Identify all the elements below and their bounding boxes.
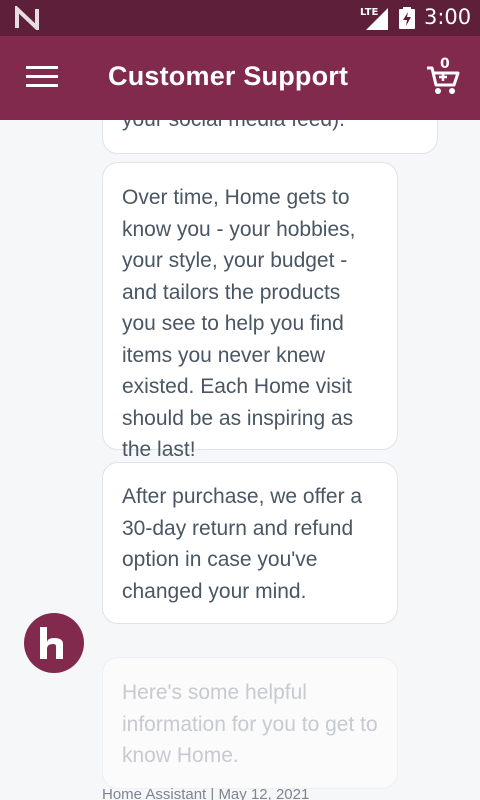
message-text: Here's some helpful information for you … [122,681,378,767]
message-text: After purchase, we offer a 30-day return… [122,485,363,603]
chat-bubble: Over time, Home gets to know you - your … [102,162,398,461]
message-meta: Home Assistant | May 12, 2021 [102,786,310,800]
assistant-avatar [24,613,84,673]
n-logo-icon [15,6,39,30]
battery-charging-icon [399,7,415,29]
cart-button[interactable]: 0 [426,56,466,98]
message-text: Over time, Home gets to know you - your … [122,186,356,461]
home-logo-icon [40,627,63,659]
chat-bubble: your social media feed). [102,120,438,154]
chat-bubble: Here's some helpful information for you … [102,657,398,789]
page-title: Customer Support [108,61,349,91]
chat-messages[interactable]: your social media feed). Over time, Home… [0,120,480,800]
chat-bubble: After purchase, we offer a 30-day return… [102,462,398,624]
clock: 3:00 [424,5,472,29]
status-bar: LTE 3:00 [0,0,480,36]
menu-icon[interactable] [26,66,58,90]
message-text: your social media feed). [122,120,345,135]
signal-icon [366,8,388,30]
cart-icon [427,66,460,94]
app-bar: Customer Support 0 [0,36,480,120]
